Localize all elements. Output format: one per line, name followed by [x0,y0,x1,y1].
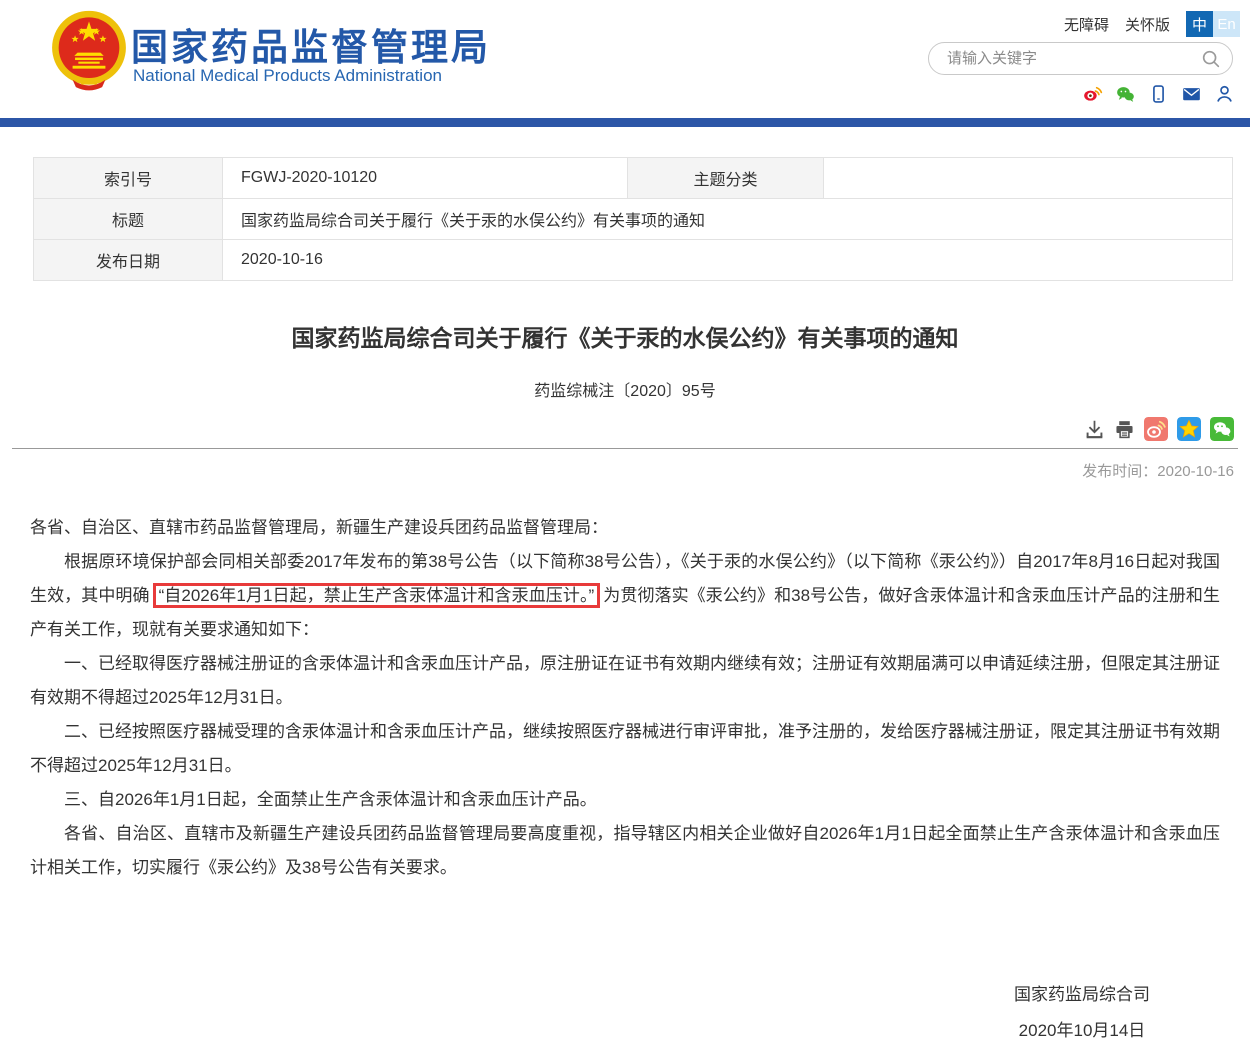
notice-body: 各省、自治区、直辖市药品监督管理局，新疆生产建设兵团药品监督管理局： 根据原环境… [30,511,1220,885]
email-icon[interactable] [1181,84,1202,104]
closing-paragraph: 各省、自治区、直辖市及新疆生产建设兵团药品监督管理局要高度重视，指导辖区内相关企… [30,817,1220,885]
topic-category-label: 主题分类 [628,158,824,199]
document-metadata-table: 索引号 FGWJ-2020-10120 主题分类 标题 国家药监局综合司关于履行… [33,157,1233,281]
publish-date-value: 2020-10-16 [223,240,1233,281]
publish-time: 发布时间：2020-10-16 [0,460,1234,481]
national-emblem-logo [48,8,130,94]
mobile-icon[interactable] [1148,84,1169,104]
accessibility-link[interactable]: 无障碍 [1064,14,1109,35]
print-icon[interactable] [1114,419,1135,440]
care-version-link[interactable]: 关怀版 [1125,14,1170,35]
lang-toggle-zh[interactable]: 中 [1186,11,1213,37]
background-paragraph: 根据原环境保护部会同相关部委2017年发布的第38号公告（以下简称38号公告），… [30,545,1220,647]
item-2-paragraph: 二、已经按照医疗器械受理的含汞体温计和含汞血压计产品，继续按照医疗器械进行审评审… [30,715,1220,783]
qzone-share-icon[interactable] [1177,417,1201,441]
signature-org: 国家药监局综合司 [1014,977,1150,1013]
topic-category-value [824,158,1233,199]
search-box [928,42,1233,75]
highlighted-quote: “自2026年1月1日起，禁止生产含汞体温计和含汞血压计。” [153,583,601,608]
search-input[interactable] [945,49,1200,68]
item-3-paragraph: 三、自2026年1月1日起，全面禁止生产含汞体温计和含汞血压计产品。 [30,783,1220,817]
user-icon[interactable] [1214,84,1235,104]
publish-time-label: 发布时间： [1082,463,1157,480]
table-row: 发布日期 2020-10-16 [34,240,1233,281]
salutation-paragraph: 各省、自治区、直辖市药品监督管理局，新疆生产建设兵团药品监督管理局： [30,511,1220,545]
search-icon[interactable] [1200,48,1222,70]
item-1-paragraph: 一、已经取得医疗器械注册证的含汞体温计和含汞血压计产品，原注册证在证书有效期内继… [30,647,1220,715]
weibo-icon[interactable] [1082,84,1103,104]
weibo-share-icon[interactable] [1144,417,1168,441]
site-header: 国家药品监督管理局 National Medical Products Admi… [0,0,1250,118]
social-links [1082,84,1235,104]
publish-time-value: 2020-10-16 [1157,463,1234,480]
table-row: 标题 国家药监局综合司关于履行《关于汞的水俣公约》有关事项的通知 [34,199,1233,240]
page-title: 国家药监局综合司关于履行《关于汞的水俣公约》有关事项的通知 [0,319,1250,353]
content-divider [12,448,1238,449]
doc-title-label: 标题 [34,199,223,240]
index-number-value: FGWJ-2020-10120 [223,158,628,199]
wechat-share-icon[interactable] [1210,417,1234,441]
index-number-label: 索引号 [34,158,223,199]
wechat-icon[interactable] [1115,84,1136,104]
lang-toggle-en[interactable]: En [1213,11,1240,37]
download-icon[interactable] [1084,419,1105,440]
doc-title-value: 国家药监局综合司关于履行《关于汞的水俣公约》有关事项的通知 [223,199,1233,240]
site-subtitle: National Medical Products Administration [133,66,442,86]
table-row: 索引号 FGWJ-2020-10120 主题分类 [34,158,1233,199]
top-utility-bar: 无障碍 关怀版 中 En [1064,11,1240,37]
signature-block: 国家药监局综合司 2020年10月14日 [1014,977,1150,1049]
document-action-bar [0,417,1234,441]
document-number: 药监综械注〔2020〕95号 [0,377,1250,401]
publish-date-label: 发布日期 [34,240,223,281]
header-divider-bar [0,118,1250,127]
site-title: 国家药品监督管理局 [131,17,491,71]
signature-date: 2020年10月14日 [1014,1013,1150,1049]
